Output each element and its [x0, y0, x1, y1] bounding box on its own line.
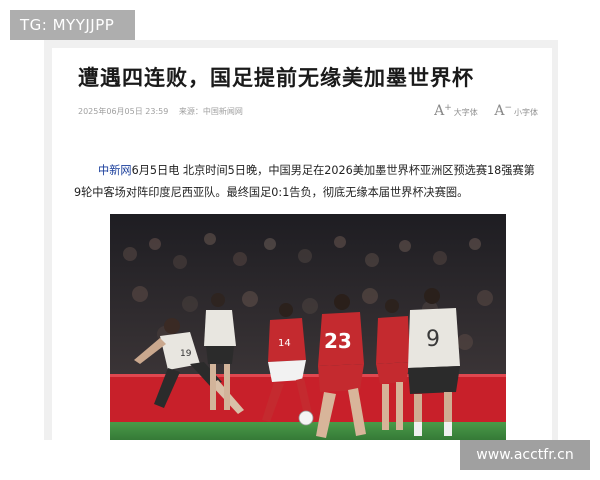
font-large-button[interactable]: A+ 大字体: [434, 103, 478, 119]
article-title: 遭遇四连败，国足提前无缘美加墨世界杯: [78, 66, 474, 90]
lead-text: 6月5日电 北京时间5日晚，中国男足在2026美加墨世界杯亚洲区预选赛18强赛第…: [74, 164, 535, 199]
jersey-number-14: 14: [278, 338, 291, 349]
font-small-icon: A: [494, 103, 505, 119]
article-source: 来源：中国新闻网: [178, 107, 243, 116]
match-photo-image: 19 14 23 9: [110, 214, 506, 440]
font-large-icon: A: [434, 103, 445, 119]
font-size-controls: A+ 大字体 A− 小字体: [420, 103, 538, 119]
screenshot-page: TG: MYYJJPP 遭遇四连败，国足提前无缘美加墨世界杯 2025年06月0…: [0, 0, 600, 480]
ball-icon: [298, 410, 314, 426]
article-card: 遭遇四连败，国足提前无缘美加墨世界杯 2025年06月05日 23:59 来源：…: [52, 48, 552, 440]
font-large-label: 大字体: [453, 108, 478, 117]
watermark-bottom: www.acctfr.cn: [460, 440, 590, 470]
font-small-label: 小字体: [514, 108, 538, 117]
jersey-number-9: 9: [426, 327, 440, 352]
font-small-button[interactable]: A− 小字体: [494, 103, 538, 119]
article-date: 2025年06月05日 23:59: [78, 107, 169, 116]
watermark-top: TG: MYYJJPP: [10, 10, 135, 40]
jersey-number-19: 19: [180, 349, 192, 359]
source-link[interactable]: 中新网: [98, 164, 132, 177]
jersey-number-23: 23: [324, 329, 352, 353]
article-lead-paragraph: 中新网6月5日电 北京时间5日晚，中国男足在2026美加墨世界杯亚洲区预选赛18…: [74, 160, 540, 204]
article-meta: 2025年06月05日 23:59 来源：中国新闻网: [78, 106, 251, 117]
match-photo: 19 14 23 9: [110, 214, 506, 440]
